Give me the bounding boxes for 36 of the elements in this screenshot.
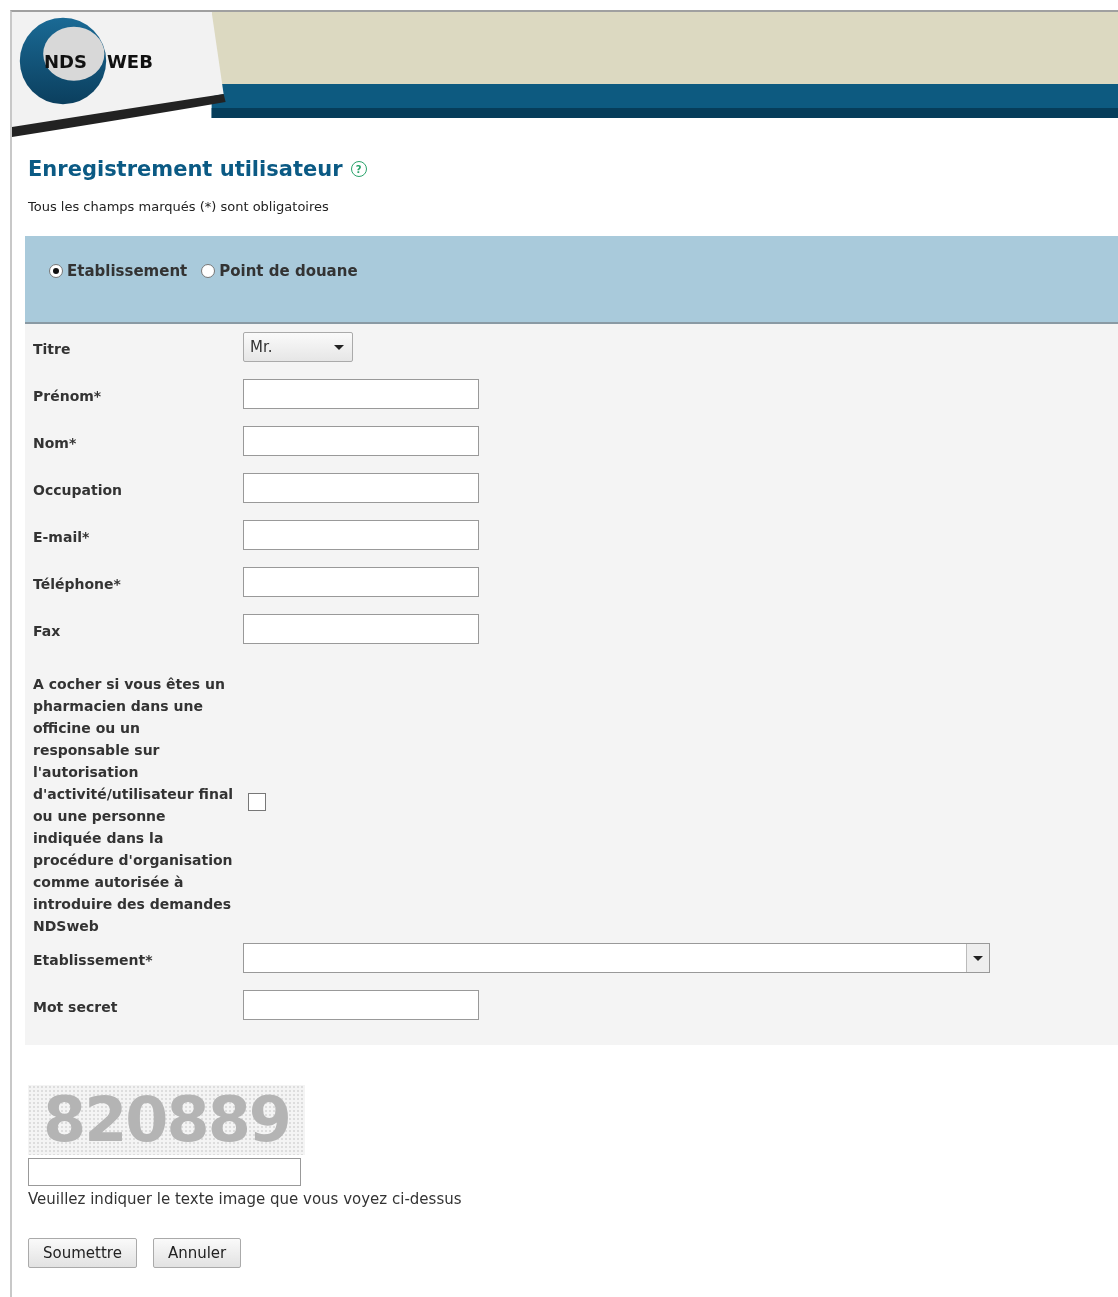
field-label: Téléphone* [33, 575, 122, 594]
title-dropdown[interactable]: Mr. [243, 332, 353, 362]
input-field[interactable] [243, 379, 479, 409]
field-label: Titre [33, 340, 72, 359]
input-field[interactable] [243, 567, 479, 597]
globe-icon [18, 16, 108, 106]
radio-button[interactable] [49, 264, 63, 278]
radio-label: Etablissement [67, 262, 188, 280]
cancel-button[interactable]: Annuler [152, 1238, 242, 1268]
radio-label: Point de douane [219, 262, 358, 280]
input-field[interactable] [243, 426, 479, 456]
establishment-dropdown[interactable] [243, 943, 990, 973]
field-label: A cocher si vous êtes un pharmacien dans une officine ou un responsable sur l'autorisation d'activité/utilisateur final ou une personne indiquée dans la procédure d'organisation comme autorisée à introduire des demandes NDSweb [33, 675, 235, 936]
submit-button[interactable]: Soumettre [28, 1238, 137, 1268]
logo-text: WEB [107, 50, 153, 72]
logo-text: NDS [44, 50, 87, 72]
input-field[interactable] [243, 520, 479, 550]
field-label: Nom* [33, 434, 78, 453]
captcha-instruction: Veuillez indiquer le texte image que vous voyez ci-dessus [28, 1190, 463, 1208]
field-label: E-mail* [33, 528, 91, 547]
required-note: Tous les champs marqués (*) sont obligatoires [28, 199, 330, 214]
page-title: Enregistrement utilisateur [28, 157, 343, 181]
caret-icon [334, 344, 344, 350]
input-field[interactable] [243, 614, 479, 644]
field-label: Fax [33, 622, 62, 641]
field-label: Etablissement* [33, 951, 154, 970]
radio-button[interactable] [201, 264, 216, 278]
checkbox[interactable] [248, 793, 266, 811]
field-label: Occupation [33, 481, 123, 500]
field-label: Prénom* [33, 387, 103, 406]
caret-icon [973, 955, 983, 961]
captcha-image: 820889 [28, 1085, 305, 1155]
input-field[interactable] [243, 473, 479, 503]
input-field[interactable] [243, 990, 479, 1020]
captcha-field[interactable] [28, 1158, 301, 1186]
field-label: Mot secret [33, 998, 119, 1017]
